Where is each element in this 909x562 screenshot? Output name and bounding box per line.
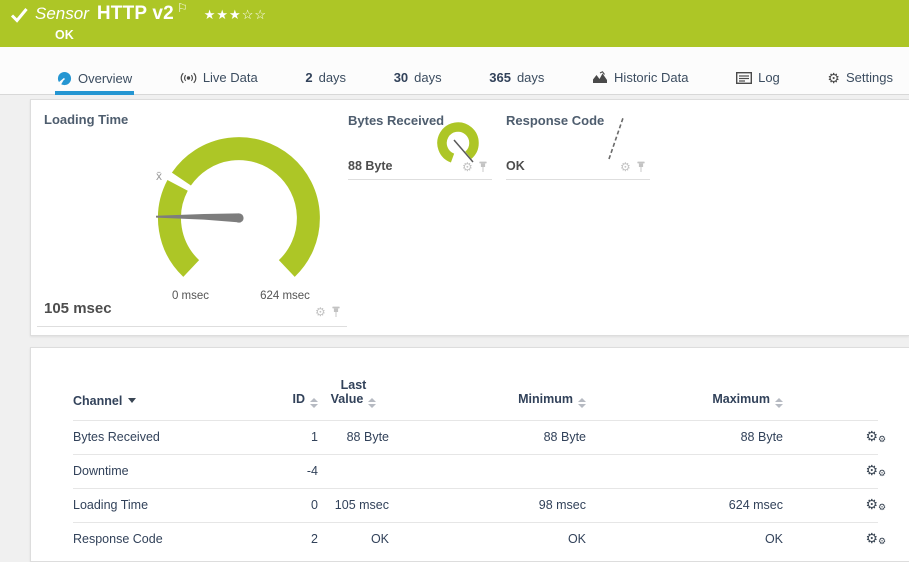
- pin-icon[interactable]: [331, 306, 341, 318]
- tab-label: Log: [758, 70, 780, 85]
- sort-icon[interactable]: [368, 398, 376, 408]
- channel-minimum: 88 Byte: [389, 420, 586, 454]
- response-code-actions: ⚙: [620, 161, 646, 173]
- tab-30-days[interactable]: 30 days: [392, 70, 444, 94]
- channel-name: Response Code: [73, 522, 228, 556]
- flag-icon: ⚐: [177, 1, 188, 15]
- channel-name: Loading Time: [73, 488, 228, 522]
- mean-marker: x̄: [156, 169, 162, 183]
- channel-last-value: [318, 454, 389, 488]
- table-row: Loading Time 0 105 msec 98 msec 624 msec…: [73, 488, 878, 522]
- sensor-kind-label: Sensor: [35, 4, 89, 24]
- gear-icon: ⚙: [827, 71, 840, 85]
- area-chart-icon: [592, 71, 608, 84]
- pin-icon[interactable]: [636, 161, 646, 173]
- loading-time-gauge-title: Loading Time: [44, 112, 128, 127]
- tab-365-days[interactable]: 365 days: [487, 70, 546, 94]
- channel-maximum: OK: [586, 522, 783, 556]
- col-header-settings: [783, 348, 878, 420]
- channels-panel: Channel ID LastValue Minimum Maximum Byt…: [30, 347, 909, 562]
- tab-live-data[interactable]: Live Data: [178, 70, 260, 94]
- gauge-icon: [57, 71, 72, 86]
- tab-label: Live Data: [203, 70, 258, 85]
- gear-icon[interactable]: ⚙: [620, 161, 631, 173]
- sensor-header: Sensor HTTP v2 ⚐ ★★★☆☆ OK: [0, 0, 909, 47]
- bytes-received-gauge-title: Bytes Received: [348, 113, 444, 128]
- tab-bar: Overview Live Data 2 days 30 days 365 da…: [0, 47, 909, 95]
- tab-number: 30: [394, 70, 408, 85]
- table-row: Response Code 2 OK OK OK ⚙⚙: [73, 522, 878, 556]
- stars-empty[interactable]: ☆☆: [242, 7, 267, 22]
- live-data-icon: [180, 71, 197, 85]
- bytes-received-actions: ⚙: [462, 161, 488, 173]
- gauge-scale-min: 0 msec: [168, 290, 213, 302]
- tab-label: Settings: [846, 70, 893, 85]
- divider: [506, 179, 650, 180]
- gear-icon[interactable]: ⚙: [315, 306, 326, 318]
- channel-last-value: 88 Byte: [318, 420, 389, 454]
- loading-time-gauge: x̄: [154, 130, 324, 305]
- sensor-status-badge: OK: [55, 28, 74, 42]
- table-row: Downtime -4 ⚙⚙: [73, 454, 878, 488]
- channel-id: 0: [228, 488, 318, 522]
- response-code-value: OK: [506, 159, 525, 173]
- channel-name: Downtime: [73, 454, 228, 488]
- col-header-id[interactable]: ID: [228, 348, 318, 420]
- loading-time-value: 105 msec: [44, 300, 112, 317]
- col-header-last-value[interactable]: LastValue: [318, 348, 389, 420]
- tab-overview[interactable]: Overview: [55, 71, 134, 95]
- col-header-channel[interactable]: Channel: [73, 348, 228, 420]
- channel-maximum: 88 Byte: [586, 420, 783, 454]
- table-header-row: Channel ID LastValue Minimum Maximum: [73, 348, 878, 420]
- channel-last-value: 105 msec: [318, 488, 389, 522]
- sort-desc-icon[interactable]: [128, 398, 136, 403]
- sort-icon[interactable]: [578, 398, 586, 408]
- priority-stars[interactable]: ★★★☆☆: [204, 7, 267, 23]
- channel-maximum: [586, 454, 783, 488]
- channel-last-value: OK: [318, 522, 389, 556]
- tab-log[interactable]: Log: [734, 70, 782, 94]
- channel-id: 1: [228, 420, 318, 454]
- divider: [37, 326, 347, 327]
- channel-id: -4: [228, 454, 318, 488]
- channel-maximum: 624 msec: [586, 488, 783, 522]
- tab-historic-data[interactable]: Historic Data: [590, 70, 690, 94]
- tab-label: days: [319, 70, 346, 85]
- channels-table: Channel ID LastValue Minimum Maximum Byt…: [73, 348, 878, 556]
- sort-icon[interactable]: [775, 398, 783, 408]
- gauge-scale-max: 624 msec: [250, 290, 320, 302]
- gauges-panel: Loading Time x̄ 0 msec 624 msec 105 msec…: [30, 99, 909, 336]
- channel-minimum: OK: [389, 522, 586, 556]
- tab-label: days: [517, 70, 544, 85]
- log-icon: [736, 72, 752, 84]
- tab-label: Historic Data: [614, 70, 688, 85]
- col-header-maximum[interactable]: Maximum: [586, 348, 783, 420]
- tab-2-days[interactable]: 2 days: [303, 70, 348, 94]
- tab-settings[interactable]: ⚙ Settings: [825, 70, 895, 94]
- channel-name: Bytes Received: [73, 420, 228, 454]
- tab-number: 365: [489, 70, 511, 85]
- tab-label: Overview: [78, 71, 132, 86]
- loading-time-actions: ⚙: [315, 306, 341, 318]
- response-code-gauge-needle: [599, 112, 635, 164]
- gear-icon[interactable]: ⚙: [462, 161, 473, 173]
- status-check-icon: [10, 7, 29, 23]
- tab-label: days: [414, 70, 441, 85]
- sort-icon[interactable]: [310, 398, 318, 408]
- response-code-gauge-title: Response Code: [506, 113, 604, 128]
- tab-number: 2: [305, 70, 312, 85]
- col-header-minimum[interactable]: Minimum: [389, 348, 586, 420]
- stars-filled[interactable]: ★★★: [204, 7, 242, 22]
- pin-icon[interactable]: [478, 161, 488, 173]
- channel-id: 2: [228, 522, 318, 556]
- divider: [348, 179, 492, 180]
- channel-minimum: [389, 454, 586, 488]
- table-row: Bytes Received 1 88 Byte 88 Byte 88 Byte…: [73, 420, 878, 454]
- channel-minimum: 98 msec: [389, 488, 586, 522]
- sensor-name: HTTP v2: [97, 3, 174, 25]
- bytes-received-value: 88 Byte: [348, 159, 392, 173]
